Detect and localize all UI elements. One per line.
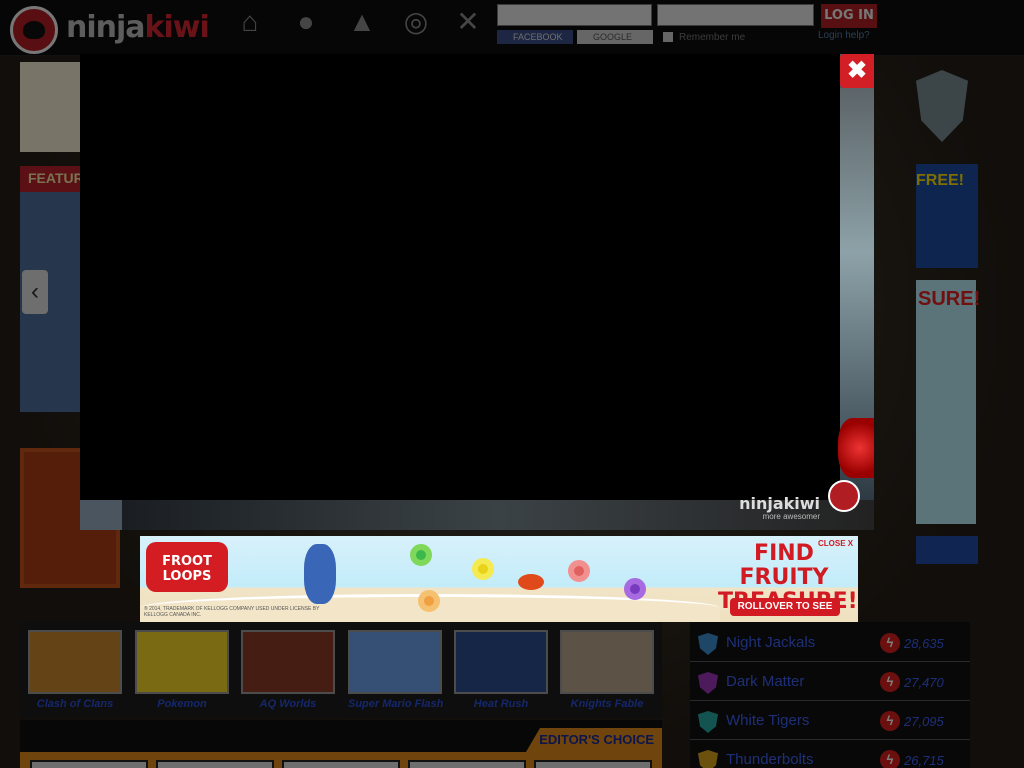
ad-legal-text: ® 2014, TRADEMARK OF KELLOGG COMPANY USE… (144, 606, 320, 618)
modal-brand: ninjakiwi (739, 494, 820, 513)
ad-close-button[interactable]: CLOSE X (818, 539, 853, 548)
crab-icon (518, 574, 544, 590)
modal-tagline: more awesomer (762, 512, 820, 521)
froot-loops-logo: FROOT LOOPS (146, 542, 228, 592)
modal-background-art (838, 418, 874, 478)
close-modal-button[interactable]: ✖ (840, 54, 874, 88)
video-player[interactable] (80, 54, 840, 500)
froot-loops-banner-ad[interactable]: FROOT LOOPS ® 2014, TRADEMARK OF KELLOGG… (140, 536, 858, 622)
cereal-loop-icon (568, 560, 590, 582)
cereal-loop-icon (418, 590, 440, 612)
ad-rollover-button[interactable]: ROLLOVER TO SEE (730, 598, 840, 616)
page-root: ninjakiwi ⌂ ● ▲ ◎ ✕ LOG IN FACEBOOK GOOG… (0, 0, 1024, 768)
video-modal: ninjakiwi more awesomer ✖ (80, 54, 874, 530)
ninja-kiwi-logo-icon (828, 480, 860, 512)
cereal-loop-icon (624, 578, 646, 600)
cereal-loop-icon (410, 544, 432, 566)
toucan-mascot-icon (304, 544, 336, 604)
cereal-loop-icon (472, 558, 494, 580)
